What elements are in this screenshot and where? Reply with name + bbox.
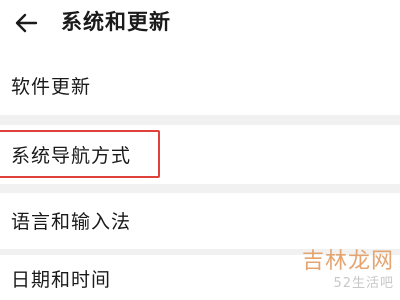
section-divider bbox=[0, 249, 400, 255]
section-divider bbox=[0, 115, 400, 125]
settings-item-label: 日期和时间 bbox=[11, 269, 112, 291]
settings-item-language-input[interactable]: 语言和输入法 bbox=[0, 195, 400, 247]
title-bar: 系统和更新 bbox=[0, 0, 400, 48]
settings-item-software-update[interactable]: 软件更新 bbox=[0, 62, 400, 112]
settings-item-date-time[interactable]: 日期和时间 bbox=[0, 258, 400, 300]
arrow-left-icon bbox=[15, 13, 38, 33]
settings-item-label: 系统导航方式 bbox=[11, 145, 132, 167]
settings-item-label: 软件更新 bbox=[11, 76, 92, 98]
page-title: 系统和更新 bbox=[61, 10, 171, 34]
back-button[interactable] bbox=[6, 8, 40, 38]
settings-item-system-navigation[interactable]: 系统导航方式 bbox=[0, 127, 400, 182]
settings-item-label: 语言和输入法 bbox=[11, 211, 132, 233]
section-divider bbox=[0, 184, 400, 193]
